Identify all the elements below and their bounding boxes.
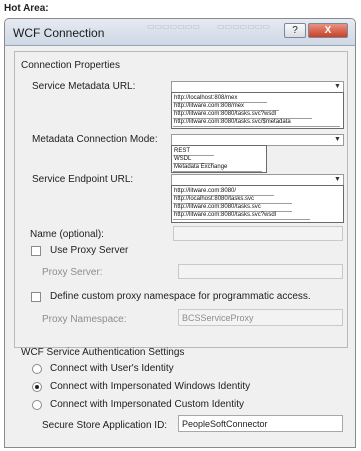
chevron-down-icon[interactable]: ▼ — [332, 135, 343, 145]
window-title: WCF Connection — [13, 26, 105, 40]
metadata-connection-mode-option[interactable]: Metadata Exchange — [173, 163, 262, 172]
proxy-server-label: Proxy Server: — [42, 267, 103, 278]
chevron-down-icon[interactable]: ▼ — [332, 175, 343, 185]
metadata-connection-mode-label: Metadata Connection Mode: — [32, 134, 158, 145]
use-proxy-checkbox[interactable] — [31, 246, 41, 256]
service-endpoint-url-options: http://litware.com:8080/ http://localhos… — [171, 185, 344, 223]
close-button[interactable]: X — [308, 23, 348, 38]
secure-store-id-input[interactable]: PeopleSoftConnector — [178, 415, 343, 432]
proxy-namespace-input[interactable]: BCSServiceProxy — [178, 309, 343, 326]
radio-impersonated-custom-identity[interactable] — [32, 400, 42, 410]
background-toolbar-ghost: ▭▭▭▭▭▭▭ — [147, 22, 200, 31]
secure-store-id-label: Secure Store Application ID: — [42, 420, 168, 431]
radio-user-identity-label: Connect with User's Identity — [50, 363, 174, 374]
connection-properties-title: Connection Properties — [21, 60, 120, 71]
title-bar: WCF Connection ▭▭▭▭▭▭▭ ▭▭▭▭▭▭▭ ? X — [5, 19, 355, 46]
secure-store-id-value: PeopleSoftConnector — [182, 419, 268, 429]
proxy-namespace-value: BCSServiceProxy — [182, 313, 254, 323]
wcf-connection-dialog: WCF Connection ▭▭▭▭▭▭▭ ▭▭▭▭▭▭▭ ? X Conne… — [4, 18, 356, 448]
help-button[interactable]: ? — [284, 23, 306, 38]
custom-namespace-checkbox[interactable] — [31, 292, 41, 302]
use-proxy-label: Use Proxy Server — [50, 245, 129, 256]
radio-impersonated-windows-label: Connect with Impersonated Windows Identi… — [50, 381, 251, 392]
service-metadata-url-label: Service Metadata URL: — [32, 81, 136, 92]
proxy-server-input[interactable] — [178, 264, 343, 279]
chevron-down-icon[interactable]: ▼ — [332, 82, 343, 92]
authentication-settings-title: WCF Service Authentication Settings — [21, 347, 185, 358]
service-endpoint-url-label: Service Endpoint URL: — [32, 174, 134, 185]
name-input[interactable] — [173, 226, 343, 241]
radio-impersonated-custom-label: Connect with Impersonated Custom Identit… — [50, 399, 244, 410]
name-label: Name (optional): — [30, 229, 104, 240]
radio-impersonated-windows-identity[interactable] — [32, 382, 42, 392]
hot-area-caption: Hot Area: — [4, 3, 49, 14]
service-metadata-url-options: http://localhost:808/mex http://litware.… — [171, 92, 344, 129]
radio-user-identity[interactable] — [32, 364, 42, 374]
radio-selected-dot — [35, 385, 39, 389]
proxy-namespace-label: Proxy Namespace: — [42, 314, 127, 325]
service-endpoint-url-option[interactable]: http://litware.com:8080/tasks.svc?wsdl — [173, 211, 310, 220]
custom-namespace-label: Define custom proxy namespace for progra… — [50, 291, 311, 302]
metadata-connection-mode-options: REST WSDL Metadata Exchange — [171, 145, 267, 173]
background-toolbar-ghost: ▭▭▭▭▭▭▭ — [217, 22, 270, 31]
service-metadata-url-option[interactable]: http://litware.com:8080/tasks.svc/$metad… — [173, 118, 340, 127]
